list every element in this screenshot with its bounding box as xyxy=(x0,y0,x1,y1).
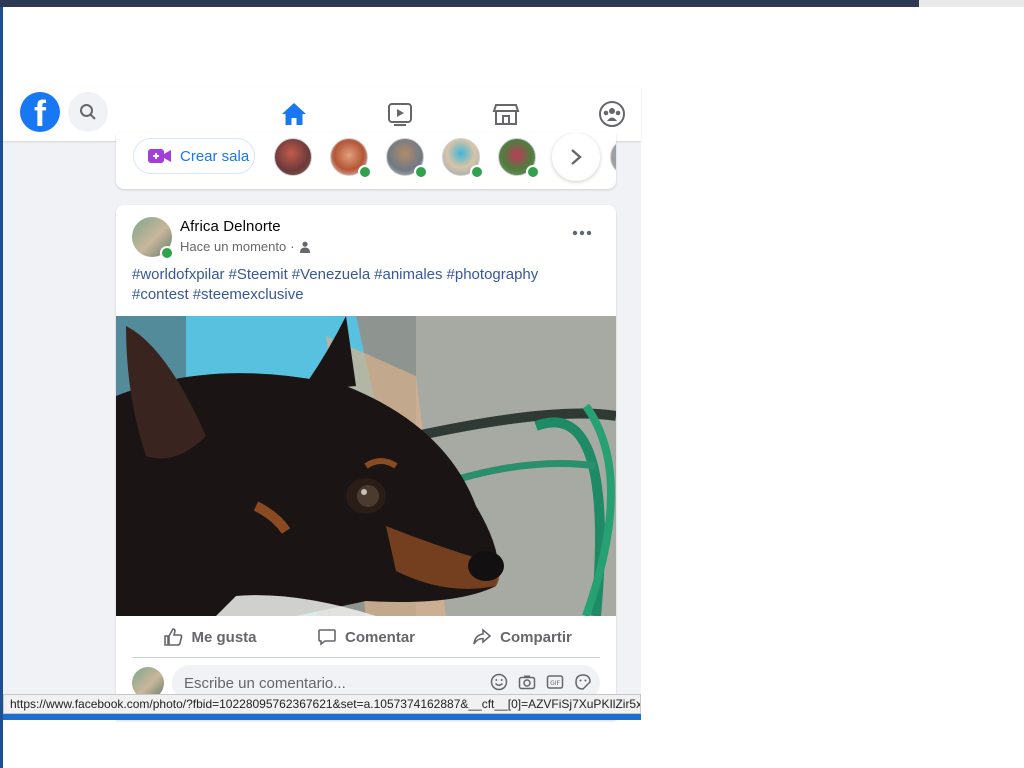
share-button[interactable]: Compartir xyxy=(444,617,600,657)
post-photo[interactable] xyxy=(116,316,616,616)
like-button[interactable]: Me gusta xyxy=(132,617,288,657)
contact-avatar[interactable] xyxy=(610,138,616,176)
hashtag-link[interactable]: #contest xyxy=(132,286,189,303)
camera-icon[interactable] xyxy=(518,673,536,691)
search-button[interactable] xyxy=(68,92,108,132)
post-actions: Me gusta Comentar Compartir xyxy=(132,617,600,658)
hashtag-link[interactable]: #worldofxpilar xyxy=(132,266,225,283)
stories-next-button[interactable] xyxy=(552,133,600,181)
rooms-card: Crear sala xyxy=(116,133,616,189)
store-icon xyxy=(492,104,520,125)
post-time[interactable]: Hace un momento xyxy=(180,239,286,254)
gif-icon[interactable]: GIF xyxy=(546,673,564,691)
video-call-icon xyxy=(148,149,171,163)
sticker-icon[interactable] xyxy=(574,673,592,691)
video-icon xyxy=(388,103,412,126)
create-room-label: Crear sala xyxy=(180,147,250,165)
like-label: Me gusta xyxy=(191,628,257,646)
post-meta: Hace un momento · xyxy=(180,239,311,254)
online-indicator xyxy=(358,165,372,179)
status-url: https://www.facebook.com/photo/?fbid=102… xyxy=(10,697,641,711)
online-indicator xyxy=(470,165,484,179)
post-card: Africa Delnorte Hace un momento · #world… xyxy=(116,205,616,720)
share-icon xyxy=(473,628,492,645)
hashtag-link[interactable]: #animales xyxy=(374,266,442,283)
chevron-right-icon xyxy=(571,149,582,165)
comment-button[interactable]: Comentar xyxy=(288,617,444,657)
comment-placeholder: Escribe un comentario... xyxy=(184,674,346,692)
online-indicator xyxy=(160,246,174,260)
comment-label: Comentar xyxy=(344,628,415,646)
author-name[interactable]: Africa Delnorte xyxy=(180,218,281,235)
window-top-strip xyxy=(0,0,1024,7)
meta-separator: · xyxy=(290,239,295,254)
hashtag-link[interactable]: #Steemit xyxy=(229,266,288,283)
emoji-icon[interactable] xyxy=(490,673,508,691)
browser-status-bar: https://www.facebook.com/photo/?fbid=102… xyxy=(3,694,641,714)
share-label: Compartir xyxy=(500,628,572,646)
window-bottom-bar xyxy=(3,714,641,720)
online-indicator xyxy=(526,165,540,179)
contact-avatar[interactable] xyxy=(274,138,312,176)
dog-photo-illustration xyxy=(116,316,616,616)
comment-tools: GIF xyxy=(490,673,592,691)
facebook-logo[interactable]: f xyxy=(20,92,60,132)
hashtag-link[interactable]: #Venezuela xyxy=(292,266,370,283)
online-indicator xyxy=(414,165,428,179)
comment-icon xyxy=(318,629,336,646)
post-hashtags: #worldofxpilar #Steemit #Venezuela #animale… xyxy=(132,265,600,305)
create-room-button[interactable]: Crear sala xyxy=(133,138,255,174)
thumbs-up-icon xyxy=(164,628,183,646)
home-icon xyxy=(282,103,306,125)
search-icon xyxy=(80,104,96,120)
hashtag-link[interactable]: #steemexclusive xyxy=(193,286,304,303)
hashtag-link[interactable]: #photography xyxy=(447,266,539,283)
more-icon xyxy=(572,230,592,236)
groups-icon xyxy=(599,101,625,127)
post-options-button[interactable] xyxy=(568,223,596,247)
page-header-blank xyxy=(3,7,1024,87)
svg-text:GIF: GIF xyxy=(550,680,560,687)
person-icon[interactable] xyxy=(299,241,311,253)
